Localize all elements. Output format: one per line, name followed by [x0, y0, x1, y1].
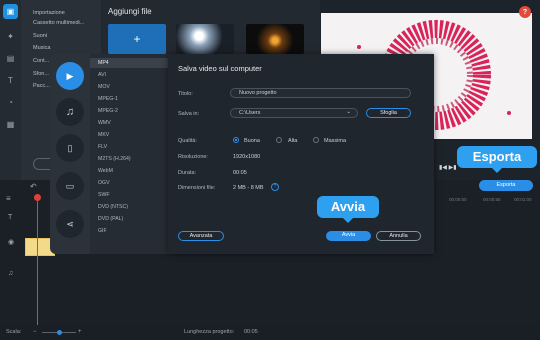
- audio-track-icon: ♫: [8, 270, 14, 277]
- timeline-tick: 00:00:55: [483, 197, 501, 202]
- scale-label: Scala:: [6, 329, 22, 335]
- help-icon[interactable]: ?: [519, 6, 531, 18]
- quality-option-high: Alta: [288, 138, 298, 144]
- share-icon[interactable]: ⋖: [56, 210, 84, 238]
- format-item[interactable]: WMV: [98, 120, 111, 126]
- resolution-label: Risoluzione:: [178, 154, 208, 160]
- chevron-down-icon: ⌄: [346, 109, 351, 115]
- format-item[interactable]: AVI: [98, 72, 106, 78]
- media-thumb-candle[interactable]: [246, 24, 304, 54]
- format-item[interactable]: DVD (NTSC): [98, 204, 128, 210]
- save-location-value: C:\Users: [239, 110, 261, 116]
- tv-icon[interactable]: ▭: [56, 172, 84, 200]
- format-item[interactable]: MKV: [98, 132, 109, 138]
- advanced-button[interactable]: Avanzata: [178, 231, 224, 241]
- playback-controls[interactable]: ▮◀ ▶▮: [439, 164, 457, 171]
- start-button[interactable]: Avvia: [326, 231, 371, 241]
- media-title: Aggiungi file: [108, 7, 152, 16]
- format-item[interactable]: DVD (PAL): [98, 216, 123, 222]
- playhead-handle[interactable]: [34, 194, 41, 201]
- add-track-icon[interactable]: ≡: [6, 194, 11, 203]
- text-track-icon: T: [8, 214, 13, 221]
- duration-label: Durata:: [178, 170, 197, 176]
- playhead[interactable]: [37, 194, 38, 329]
- transitions-icon[interactable]: ◔: [4, 96, 17, 109]
- export-callout: Esporta: [457, 146, 537, 173]
- file-size-value: 2 MB - 8 MB: [233, 185, 264, 191]
- format-list: MP4 AVI MOV MPEG-1 MPEG-2 WMV MKV FLV M2…: [90, 54, 168, 254]
- import-icon[interactable]: ▣: [3, 4, 18, 19]
- video-track-icon: ◉: [8, 239, 15, 246]
- sidebar-item-sounds[interactable]: Suoni: [33, 33, 47, 39]
- more-tools-icon[interactable]: ▦: [4, 118, 17, 131]
- save-location-select[interactable]: C:\Users ⌄: [230, 108, 358, 118]
- title-input[interactable]: Nuovo progetto: [230, 88, 411, 98]
- undo-icon[interactable]: ↶: [30, 182, 37, 191]
- format-item[interactable]: MPEG-2: [98, 108, 118, 114]
- audio-icon[interactable]: ♫: [56, 98, 84, 126]
- sidebar-item-backgrounds[interactable]: Sfon...: [33, 71, 49, 77]
- format-item[interactable]: SWF: [98, 192, 110, 198]
- titles-icon[interactable]: T: [4, 74, 17, 87]
- dialog-title: Salva video sul computer: [178, 64, 262, 73]
- format-item[interactable]: GIF: [98, 228, 107, 234]
- plus-icon: +: [133, 32, 141, 46]
- sidebar-item-import[interactable]: Importazione: [33, 10, 65, 16]
- browse-button[interactable]: Sfoglia: [366, 108, 411, 118]
- quality-radio-high[interactable]: [276, 137, 282, 143]
- format-item[interactable]: FLV: [98, 144, 107, 150]
- quality-radio-good[interactable]: [233, 137, 239, 143]
- resolution-value: 1920x1080: [233, 154, 261, 160]
- quality-option-good: Buona: [244, 138, 260, 144]
- info-icon[interactable]: ?: [271, 183, 279, 191]
- zoom-in-icon[interactable]: +: [78, 329, 82, 335]
- project-length-value: 00:05: [244, 329, 258, 335]
- format-item[interactable]: M2TS (H.264): [98, 156, 131, 162]
- file-size-label: Dimensioni file:: [178, 185, 216, 191]
- start-callout: Avvia: [317, 196, 379, 223]
- quality-option-max: Massima: [324, 138, 347, 144]
- left-toolbar: ▣ ✦ ▤ T ◔ ▦: [0, 0, 21, 180]
- media-thumb-sparkles[interactable]: [176, 24, 234, 54]
- sidebar-item-packs[interactable]: Pacc...: [33, 83, 50, 89]
- status-bar: Scala: − + Lunghezza progetto: 00:05: [0, 325, 540, 340]
- timeline-tick: 00:01:00: [514, 197, 532, 202]
- zoom-out-icon[interactable]: −: [33, 329, 37, 335]
- quality-radio-max[interactable]: [313, 137, 319, 143]
- sidebar-item-media-bin[interactable]: Cassetto multimedi...: [33, 20, 84, 26]
- video-file-icon[interactable]: ▶: [56, 62, 84, 90]
- format-item[interactable]: MPEG-1: [98, 96, 118, 102]
- sidebar-item-music[interactable]: Musica: [33, 45, 50, 51]
- format-item[interactable]: MP4: [98, 60, 109, 66]
- project-length-label: Lunghezza progetto:: [184, 329, 235, 335]
- sidebar-item-content[interactable]: Cont...: [33, 58, 49, 64]
- quality-label: Qualità:: [178, 138, 197, 144]
- scale-slider-handle[interactable]: [57, 330, 62, 335]
- format-item[interactable]: MOV: [98, 84, 110, 90]
- filters-icon[interactable]: ▤: [4, 52, 17, 65]
- add-file-tile[interactable]: +: [108, 24, 166, 54]
- save-location-label: Salva in:: [178, 111, 200, 117]
- duration-value: 00:05: [233, 170, 247, 176]
- export-category-panel: ▶ ♫ ▯ ▭ ⋖: [50, 54, 90, 254]
- cancel-button[interactable]: Annulla: [376, 231, 421, 241]
- magic-wand-icon[interactable]: ✦: [4, 30, 17, 43]
- format-item[interactable]: OGV: [98, 180, 110, 186]
- devices-icon[interactable]: ▯: [56, 134, 84, 162]
- timeline-tick: 00:00:50: [449, 197, 467, 202]
- export-button[interactable]: Esporta: [479, 180, 533, 191]
- title-label: Titolo:: [178, 91, 193, 97]
- format-item[interactable]: WebM: [98, 168, 113, 174]
